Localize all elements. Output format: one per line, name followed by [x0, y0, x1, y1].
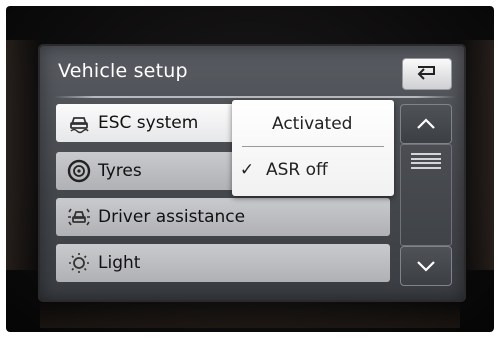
menu-item-light[interactable]: Light [56, 244, 390, 282]
bezel-glare-bottom [40, 300, 460, 328]
car-skid-icon [64, 111, 94, 135]
light-bulb-icon [64, 251, 94, 275]
page-title: Vehicle setup [58, 60, 188, 82]
esc-options-popup: Activated ✓ ASR off [232, 100, 394, 196]
option-asr-off[interactable]: ✓ ASR off [232, 148, 394, 192]
option-label: ASR off [266, 160, 328, 180]
menu-item-driver-assistance[interactable]: Driver assistance [56, 198, 390, 236]
scroll-track[interactable] [400, 144, 452, 246]
menu-item-label: ESC system [98, 113, 199, 133]
driver-assist-icon [64, 205, 94, 229]
scroll-up-button[interactable] [400, 104, 452, 144]
menu-item-label: Tyres [98, 161, 142, 181]
back-button[interactable] [402, 58, 452, 90]
tyre-icon [64, 159, 94, 183]
scroll-down-button[interactable] [400, 246, 452, 286]
scroll-thumb[interactable] [411, 153, 441, 169]
bezel-glare-right [460, 40, 494, 270]
back-arrow-icon [414, 63, 440, 85]
chevron-up-icon [416, 115, 436, 134]
menu-item-label: Driver assistance [98, 207, 246, 227]
option-activated[interactable]: Activated [232, 102, 394, 146]
scrollbar[interactable] [400, 104, 452, 286]
menu-item-label: Light [98, 253, 141, 273]
checkmark-icon: ✓ [239, 160, 255, 180]
option-label: Activated [272, 114, 353, 134]
bezel-glare-left [6, 40, 40, 270]
popup-divider [242, 146, 384, 147]
infotainment-screen: Vehicle setup ESC system Tyres Driver as… [40, 46, 464, 300]
chevron-down-icon [416, 257, 436, 276]
title-divider [54, 96, 456, 98]
